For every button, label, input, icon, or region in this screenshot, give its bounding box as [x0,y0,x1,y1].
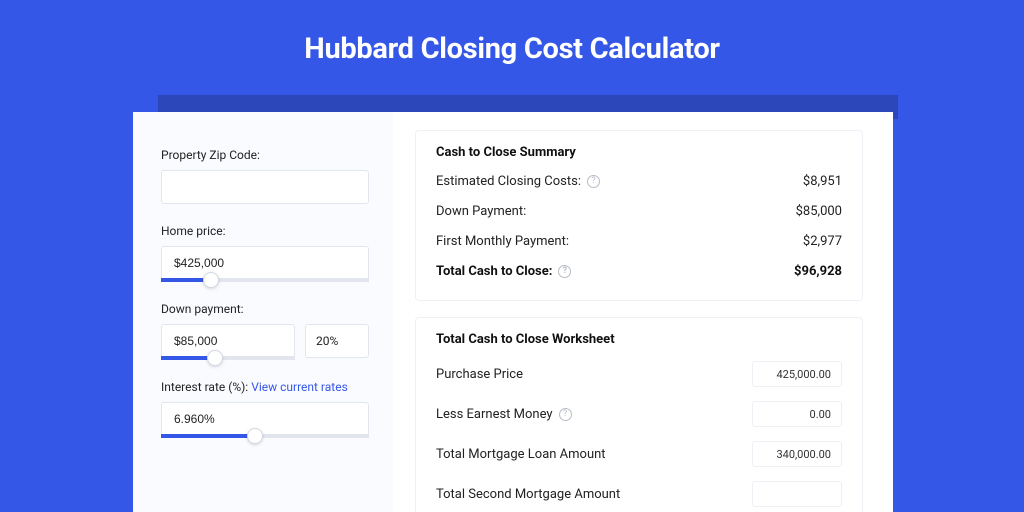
rate-field-group: Interest rate (%): View current rates [161,380,369,438]
price-slider[interactable] [161,278,369,282]
summary-row-label-text: Total Cash to Close: [436,264,552,279]
summary-row-label-text: First Monthly Payment: [436,234,569,249]
zip-field-group: Property Zip Code: [161,148,369,204]
page-title: Hubbard Closing Cost Calculator [0,0,1024,66]
help-icon[interactable]: ? [587,175,600,188]
summary-row-label: First Monthly Payment: [436,234,569,249]
worksheet-title: Total Cash to Close Worksheet [436,332,842,347]
worksheet-row: Total Second Mortgage Amount [436,481,842,507]
help-icon[interactable]: ? [559,408,572,421]
worksheet-row-value[interactable]: 425,000.00 [752,361,842,387]
summary-row-label-text: Estimated Closing Costs: [436,174,581,189]
help-icon[interactable]: ? [558,265,571,278]
price-label: Home price: [161,224,369,238]
summary-row-label: Down Payment: [436,204,526,219]
worksheet-row-value[interactable]: 340,000.00 [752,441,842,467]
summary-row: Estimated Closing Costs:? $8,951 [436,174,842,189]
down-payment-amount-wrap [161,324,295,360]
worksheet-row-label: Total Second Mortgage Amount [436,487,620,502]
worksheet-row: Purchase Price 425,000.00 [436,361,842,387]
summary-row-value: $2,977 [803,234,842,249]
summary-row-label: Total Cash to Close:? [436,264,571,279]
zip-label: Property Zip Code: [161,148,369,162]
rate-label: Interest rate (%): View current rates [161,380,369,394]
calculator-container: Property Zip Code: Home price: Down paym… [133,112,893,512]
worksheet-row-label-text: Purchase Price [436,367,523,382]
zip-input[interactable] [161,170,369,204]
view-rates-link[interactable]: View current rates [251,380,348,394]
down-payment-amount-input[interactable] [161,324,295,358]
results-pane: Cash to Close Summary Estimated Closing … [393,112,893,512]
price-slider-thumb[interactable] [203,272,219,288]
down-payment-slider-thumb[interactable] [207,350,223,366]
down-payment-percent-value: 20% [316,334,338,348]
summary-row-value: $85,000 [796,204,842,219]
worksheet-row-label-text: Total Mortgage Loan Amount [436,447,606,462]
summary-row: Down Payment: $85,000 [436,204,842,219]
worksheet-row-label: Purchase Price [436,367,523,382]
worksheet-row: Total Mortgage Loan Amount 340,000.00 [436,441,842,467]
worksheet-row-value[interactable]: 0.00 [752,401,842,427]
worksheet-row-value[interactable] [752,481,842,507]
worksheet-row-label-text: Total Second Mortgage Amount [436,487,620,502]
rate-slider-fill [161,434,255,438]
worksheet-card: Total Cash to Close Worksheet Purchase P… [415,317,863,512]
rate-slider-thumb[interactable] [247,428,263,444]
down-payment-slider[interactable] [161,356,295,360]
down-payment-field-group: Down payment: 20% [161,302,369,360]
down-payment-row: 20% [161,324,369,360]
inputs-pane: Property Zip Code: Home price: Down paym… [133,112,393,512]
price-input[interactable] [161,246,369,280]
down-payment-label: Down payment: [161,302,369,316]
worksheet-row-label-text: Less Earnest Money [436,407,553,422]
price-field-group: Home price: [161,224,369,282]
rate-label-text: Interest rate (%): [161,380,248,394]
summary-row: First Monthly Payment: $2,977 [436,234,842,249]
summary-row-label: Estimated Closing Costs:? [436,174,600,189]
summary-row-value: $8,951 [803,174,842,189]
summary-title: Cash to Close Summary [436,145,842,160]
rate-slider[interactable] [161,434,369,438]
summary-row-label-text: Down Payment: [436,204,526,219]
rate-input[interactable] [161,402,369,436]
summary-row-value: $96,928 [794,264,842,279]
worksheet-row: Less Earnest Money? 0.00 [436,401,842,427]
summary-card: Cash to Close Summary Estimated Closing … [415,130,863,301]
worksheet-row-label: Total Mortgage Loan Amount [436,447,606,462]
down-payment-percent-box[interactable]: 20% [305,324,369,358]
summary-row: Total Cash to Close:? $96,928 [436,264,842,279]
worksheet-row-label: Less Earnest Money? [436,407,572,422]
